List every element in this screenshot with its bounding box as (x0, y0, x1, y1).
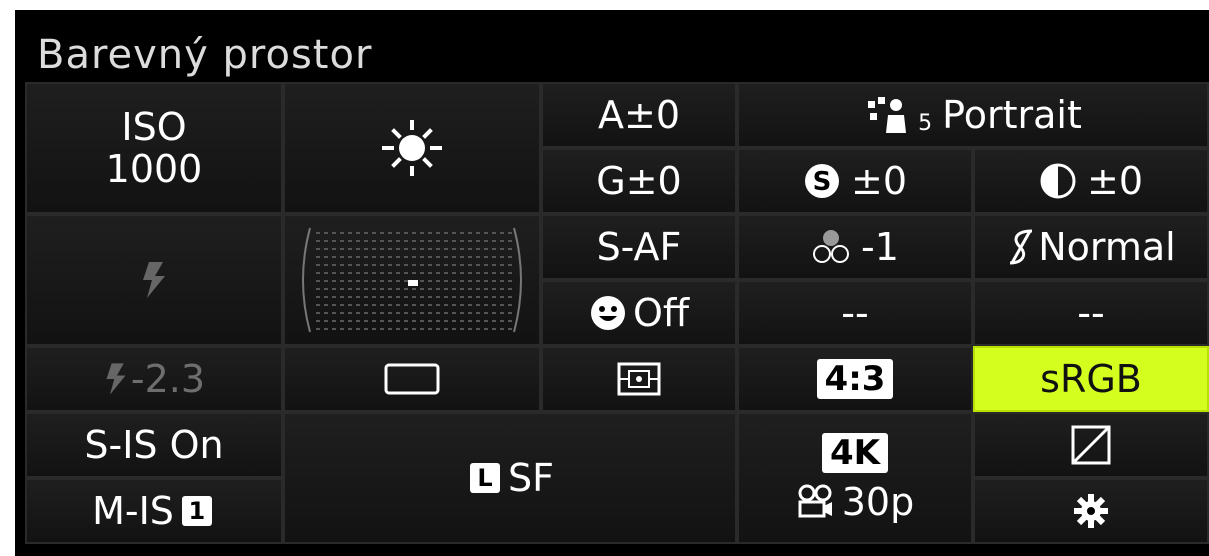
single-frame-icon (382, 361, 442, 397)
flash-compensation-value: -2.3 (130, 357, 206, 401)
picture-mode-cell[interactable]: 5 Portrait (737, 82, 1209, 148)
saturation-value: ±0 (850, 159, 908, 203)
still-stabilizer-value: S-IS On (84, 423, 224, 467)
face-icon (589, 294, 627, 332)
sun-icon (372, 118, 452, 178)
picture-mode-number: 5 (918, 110, 933, 136)
blank-value-1: -- (841, 291, 869, 335)
still-stabilizer-cell[interactable]: S-IS On (25, 412, 283, 478)
sharpness-cell[interactable]: -1 (737, 214, 973, 280)
gradation-value: Normal (1038, 225, 1176, 269)
white-balance-cell[interactable] (283, 82, 541, 214)
picture-profile-cell[interactable] (973, 412, 1209, 478)
blank-value-2: -- (1077, 291, 1105, 335)
face-priority-value: Off (632, 291, 690, 335)
color-space-value: sRGB (1040, 357, 1142, 401)
portrait-icon (864, 93, 922, 137)
color-space-cell[interactable]: sRGB (973, 346, 1209, 412)
page-title: Barevný prostor (37, 32, 373, 78)
saturation-cell[interactable]: S ±0 (737, 148, 973, 214)
movie-stabilizer-label: M-IS (92, 489, 174, 533)
metering-icon (615, 360, 663, 398)
drive-mode-cell[interactable] (283, 346, 541, 412)
wb-adjust-g: G±0 (596, 159, 682, 203)
af-target-cell[interactable] (283, 214, 541, 346)
svg-text:S: S (813, 167, 832, 197)
movie-fps: 30p (841, 480, 915, 524)
flash-mode-cell[interactable] (25, 214, 283, 346)
wb-adjust-a: A±0 (597, 93, 680, 137)
tone-curve-icon (1070, 424, 1112, 466)
image-quality-cell[interactable]: L SF (283, 412, 737, 544)
sharpness-icon (811, 228, 851, 266)
af-target-grid-icon (292, 222, 532, 338)
image-size-icon: L (470, 463, 500, 493)
movie-camera-icon (796, 484, 836, 520)
aspect-ratio-value: 4:3 (816, 359, 894, 399)
iso-label: ISO (121, 105, 187, 149)
image-quality-value: SF (508, 456, 554, 500)
wb-adjust-a-cell[interactable]: A±0 (541, 82, 737, 148)
sharpness-value: -1 (861, 225, 899, 269)
saturation-icon: S (803, 162, 841, 200)
flash-compensation-cell[interactable]: -2.3 (25, 346, 283, 412)
flash-icon (103, 361, 129, 397)
iso-value: 1000 (105, 147, 203, 191)
contrast-value: ±0 (1086, 159, 1144, 203)
blank-cell-2[interactable]: -- (973, 280, 1209, 346)
blank-cell-1[interactable]: -- (737, 280, 973, 346)
settings-cell[interactable] (973, 478, 1209, 544)
picture-mode-label: Portrait (942, 93, 1082, 137)
af-mode-cell[interactable]: S-AF (541, 214, 737, 280)
face-priority-cell[interactable]: Off (541, 280, 737, 346)
gradation-cell[interactable]: Normal (973, 214, 1209, 280)
contrast-icon (1039, 162, 1077, 200)
movie-stabilizer-cell[interactable]: M-IS 1 (25, 478, 283, 544)
contrast-cell[interactable]: ±0 (973, 148, 1209, 214)
movie-quality-cell[interactable]: 4K 30p (737, 412, 973, 544)
movie-resolution: 4K (821, 433, 888, 473)
movie-stabilizer-level: 1 (181, 496, 212, 526)
metering-cell[interactable] (541, 346, 737, 412)
gradation-icon (1006, 227, 1036, 267)
iso-cell[interactable]: ISO 1000 (25, 82, 283, 214)
flash-icon (139, 260, 169, 300)
wb-adjust-g-cell[interactable]: G±0 (541, 148, 737, 214)
super-control-panel: Barevný prostor ISO 1000 A±0 G±0 5 Portr… (15, 10, 1209, 556)
gear-icon (1073, 493, 1109, 529)
af-mode-label: S-AF (596, 225, 682, 269)
aspect-ratio-cell[interactable]: 4:3 (737, 346, 973, 412)
